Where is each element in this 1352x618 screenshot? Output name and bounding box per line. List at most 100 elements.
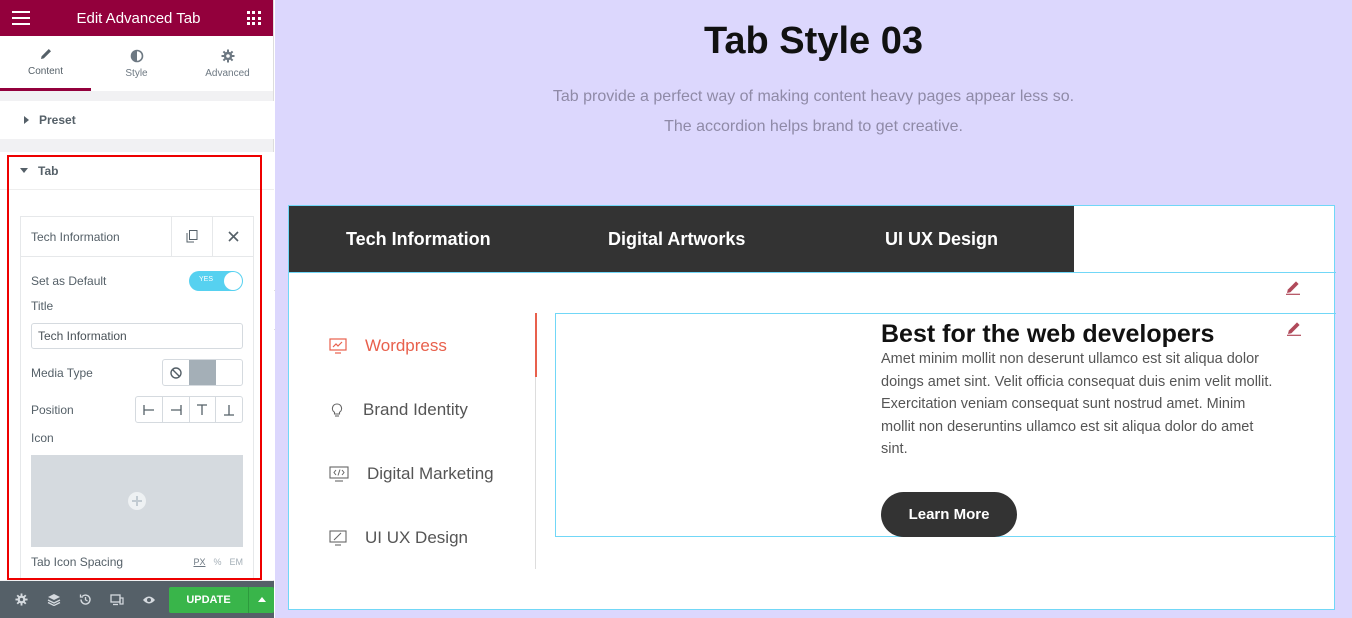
icon-picker[interactable]	[31, 455, 243, 547]
advanced-tab-widget: Tech Information Digital Artworks UI UX …	[288, 205, 1336, 610]
tab-content-panel: Best for the web developers Amet minim m…	[555, 313, 1336, 537]
icon-label-row: Icon	[31, 431, 243, 445]
section-subtitle-line1: Tab provide a perfect way of making cont…	[552, 88, 1075, 105]
unit-switcher: PX % EM	[193, 557, 243, 567]
media-type-label: Media Type	[31, 365, 93, 380]
position-top-option[interactable]	[190, 397, 217, 422]
title-label: Title	[31, 299, 54, 313]
tab-content[interactable]: Content	[0, 36, 91, 91]
learn-more-button[interactable]: Learn More	[881, 492, 1017, 537]
code-monitor-icon	[329, 466, 349, 482]
panel-title: Edit Advanced Tab	[76, 9, 201, 27]
top-tab-digital-artworks[interactable]: Digital Artworks	[608, 229, 745, 250]
media-type-row: Media Type	[31, 359, 243, 386]
side-tab-label: Digital Marketing	[367, 464, 494, 483]
side-tab-label: Brand Identity	[363, 400, 468, 419]
repeater-item-header: Tech Information	[21, 217, 253, 257]
preset-section[interactable]: Preset	[0, 101, 274, 139]
media-type-choices	[162, 359, 243, 386]
top-tab-ui-ux-design[interactable]: UI UX Design	[885, 229, 998, 250]
navigator-button[interactable]	[38, 581, 70, 618]
set-default-row: Set as Default YES	[31, 271, 243, 291]
responsive-button[interactable]	[101, 581, 133, 618]
devices-icon	[110, 593, 124, 605]
set-default-toggle[interactable]: YES	[189, 271, 243, 291]
plus-icon	[128, 492, 146, 510]
lightbulb-icon	[331, 403, 343, 417]
history-button[interactable]	[70, 581, 102, 618]
side-list-active-indicator	[535, 313, 537, 377]
tab-style[interactable]: Style	[91, 36, 182, 91]
title-input[interactable]	[31, 323, 243, 349]
caret-down-icon	[20, 168, 28, 173]
settings-button[interactable]	[6, 581, 38, 618]
hamburger-menu-icon[interactable]	[12, 11, 30, 25]
design-monitor-icon	[329, 530, 347, 546]
side-tab-label: Wordpress	[365, 336, 447, 355]
unit-percent[interactable]: %	[213, 557, 221, 567]
half-circle-icon	[130, 49, 144, 63]
edit-pencil-icon[interactable]	[1285, 279, 1301, 295]
set-default-label: Set as Default	[31, 274, 107, 288]
pencil-icon	[39, 47, 53, 61]
remove-button[interactable]	[212, 217, 253, 256]
top-tab-tech-information[interactable]: Tech Information	[346, 229, 491, 250]
align-top-icon	[197, 403, 208, 415]
edit-pencil-icon[interactable]	[1286, 320, 1302, 336]
media-none-option[interactable]	[163, 360, 189, 385]
media-icon-option[interactable]	[189, 360, 216, 385]
widgets-grid-icon[interactable]	[246, 11, 261, 25]
close-icon	[227, 231, 239, 242]
align-bottom-icon	[224, 404, 235, 416]
tab-section-label: Tab	[38, 163, 59, 178]
section-title: Tab Style 03	[704, 20, 923, 62]
duplicate-button[interactable]	[171, 217, 212, 256]
tab-advanced[interactable]: Advanced	[182, 36, 273, 91]
title-label-row: Title	[31, 299, 243, 313]
toggle-knob	[224, 272, 242, 290]
side-tab-ui-ux-design[interactable]: UI UX Design	[329, 528, 468, 548]
position-right-option[interactable]	[163, 397, 190, 422]
side-tab-label: UI UX Design	[365, 528, 468, 547]
panel-tabs: Content Style Advanced	[0, 36, 273, 91]
repeater-item-title[interactable]: Tech Information	[21, 217, 171, 256]
duplicate-icon	[186, 230, 198, 243]
content-text: Amet minim mollit non deserunt ullamco e…	[881, 351, 1273, 457]
gear-icon	[221, 49, 235, 63]
position-row: Position	[31, 396, 243, 423]
widget-divider	[289, 272, 1336, 273]
toggle-yes-text: YES	[199, 276, 214, 283]
side-tab-wordpress[interactable]: Wordpress	[329, 336, 447, 356]
ban-icon	[170, 366, 182, 379]
icon-label: Icon	[31, 431, 54, 445]
panel-footer: UPDATE	[0, 581, 275, 618]
tab-content-label: Content	[27, 66, 64, 77]
side-tab-digital-marketing[interactable]: Digital Marketing	[329, 464, 494, 484]
tab-style-label: Style	[125, 67, 148, 79]
position-left-option[interactable]	[136, 397, 163, 422]
caret-right-icon	[24, 116, 29, 124]
tab-advanced-label: Advanced	[205, 67, 250, 79]
update-button[interactable]: UPDATE	[168, 586, 249, 613]
update-options-button[interactable]	[248, 586, 275, 613]
chart-monitor-icon	[329, 338, 347, 354]
spacing-label: Tab Icon Spacing	[31, 555, 124, 569]
side-tab-brand-identity[interactable]: Brand Identity	[329, 400, 468, 420]
eye-icon	[142, 596, 155, 603]
position-bottom-option[interactable]	[216, 397, 242, 422]
history-icon	[79, 594, 91, 605]
page-preview: Tab Style 03 Tab provide a perfect way o…	[275, 0, 1352, 618]
gear-icon	[15, 593, 28, 606]
layers-icon	[47, 594, 60, 606]
preview-button[interactable]	[133, 581, 165, 618]
editor-panel: Edit Advanced Tab Content Style Advanced…	[0, 0, 275, 618]
top-tab-bar: Tech Information Digital Artworks UI UX …	[289, 206, 1074, 272]
tab-section-header[interactable]: Tab	[0, 152, 274, 190]
unit-em[interactable]: EM	[230, 557, 244, 567]
spacing-row: Tab Icon Spacing PX % EM	[31, 555, 243, 569]
unit-px[interactable]: PX	[193, 557, 205, 567]
preset-label: Preset	[39, 113, 76, 127]
media-image-option[interactable]	[216, 360, 242, 385]
tab-repeater-item: Tech Information Set as Default YES Titl…	[20, 216, 254, 580]
section-subtitle-line2: The accordion helps brand to get creativ…	[664, 118, 963, 135]
